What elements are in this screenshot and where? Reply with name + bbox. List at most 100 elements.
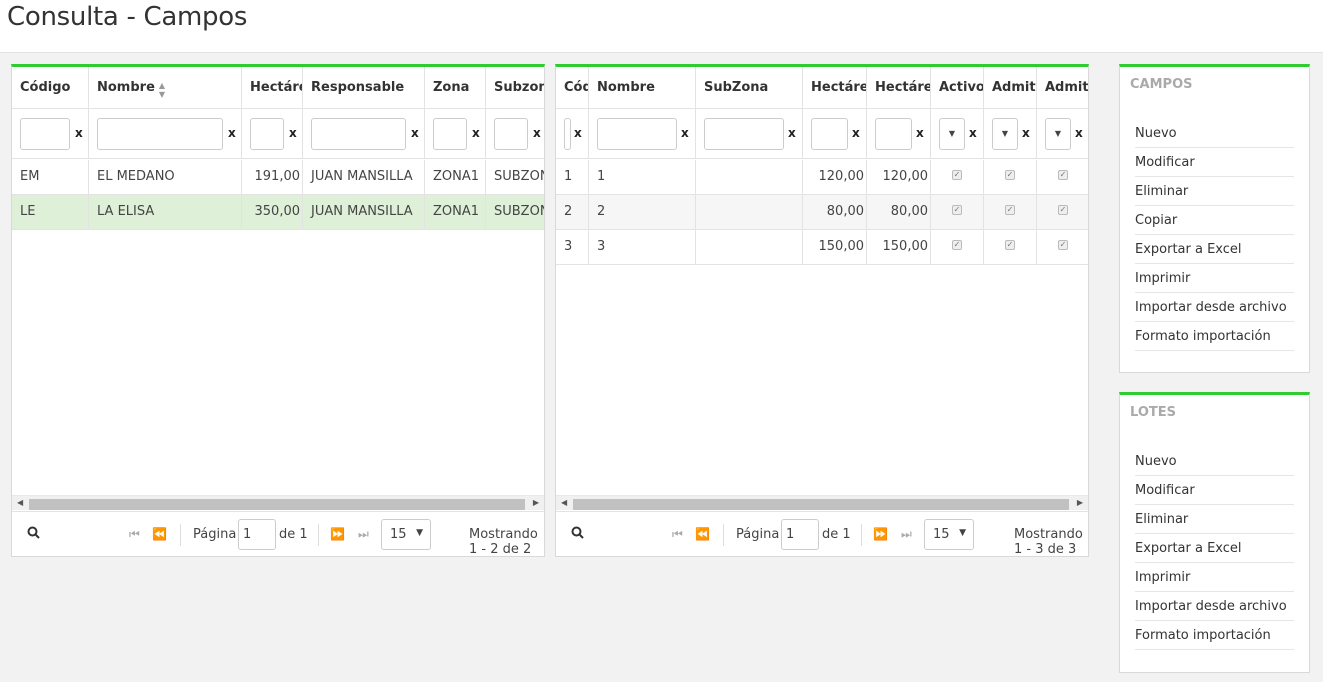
next-page-icon[interactable]: ⏩ xyxy=(873,527,888,541)
filter-input-subzona[interactable] xyxy=(494,118,528,150)
filter-select-activo[interactable]: ▼ xyxy=(939,118,965,150)
col-header-admite-2[interactable]: Admite xyxy=(1037,67,1088,109)
filter-select-admite-2[interactable]: ▼ xyxy=(1045,118,1071,150)
panel-title: LOTES xyxy=(1130,405,1176,420)
menu-item-exportar-excel[interactable]: Exportar a Excel xyxy=(1135,235,1294,264)
col-header-hectareas-2[interactable]: Hectáreas xyxy=(867,67,931,109)
cell-codigo: EM xyxy=(12,160,89,194)
table-row[interactable]: 2 2 80,00 80,00 ✓ ✓ ✓ xyxy=(556,195,1088,230)
filter-clear-button[interactable]: x xyxy=(472,126,480,140)
filter-input-zona[interactable] xyxy=(433,118,467,150)
menu-item-formato-importacion[interactable]: Formato importación xyxy=(1135,621,1294,650)
filter-clear-button[interactable]: x xyxy=(852,126,860,140)
col-header-codigo[interactable]: Código xyxy=(12,67,89,109)
table-row-selected[interactable]: LE LA ELISA 350,00 JUAN MANSILLA ZONA1 S… xyxy=(12,195,544,230)
filter-clear-button[interactable]: x xyxy=(1075,126,1083,140)
table-row[interactable]: EM EL MEDANO 191,00 JUAN MANSILLA ZONA1 … xyxy=(12,160,544,195)
filter-cell: x xyxy=(89,109,242,158)
table-row[interactable]: 3 3 150,00 150,00 ✓ ✓ ✓ xyxy=(556,230,1088,265)
menu-item-imprimir[interactable]: Imprimir xyxy=(1135,264,1294,293)
filter-input-subzona[interactable] xyxy=(704,118,784,150)
scroll-left-arrow-icon[interactable]: ◀ xyxy=(561,498,567,507)
scroll-left-arrow-icon[interactable]: ◀ xyxy=(17,498,23,507)
search-icon[interactable] xyxy=(571,526,584,543)
filter-input-hectareas[interactable] xyxy=(250,118,284,150)
page-size-select[interactable]: 15 ▼ xyxy=(924,519,974,550)
first-page-icon[interactable]: ⏮ xyxy=(129,527,140,542)
filter-clear-button[interactable]: x xyxy=(533,126,541,140)
filter-input-codigo[interactable] xyxy=(20,118,70,150)
filter-clear-button[interactable]: x xyxy=(681,126,689,140)
cell-subzona: SUBZONA1 xyxy=(486,160,544,194)
page-number-input[interactable]: 1 xyxy=(781,519,819,550)
filter-cell: ▼ x xyxy=(1037,109,1088,158)
filter-input-nombre[interactable] xyxy=(597,118,677,150)
menu-item-eliminar[interactable]: Eliminar xyxy=(1135,505,1294,534)
menu-item-formato-importacion[interactable]: Formato importación xyxy=(1135,322,1294,351)
filter-input-responsable[interactable] xyxy=(311,118,406,150)
table-row[interactable]: 1 1 120,00 120,00 ✓ ✓ ✓ xyxy=(556,160,1088,195)
scroll-right-arrow-icon[interactable]: ▶ xyxy=(533,498,539,507)
prev-page-icon[interactable]: ⏪ xyxy=(152,527,167,541)
filter-clear-button[interactable]: x xyxy=(289,126,297,140)
menu-item-imprimir[interactable]: Imprimir xyxy=(1135,563,1294,592)
menu-item-copiar[interactable]: Copiar xyxy=(1135,206,1294,235)
horizontal-scrollbar[interactable]: ◀ ▶ xyxy=(556,495,1088,510)
filter-clear-button[interactable]: x xyxy=(228,126,236,140)
filter-clear-button[interactable]: x xyxy=(788,126,796,140)
menu-item-importar-archivo[interactable]: Importar desde archivo xyxy=(1135,592,1294,621)
menu-item-nuevo[interactable]: Nuevo xyxy=(1135,119,1294,148)
col-header-hectareas[interactable]: Hectáreas xyxy=(242,67,303,109)
menu-item-nuevo[interactable]: Nuevo xyxy=(1135,447,1294,476)
horizontal-scrollbar[interactable]: ◀ ▶ xyxy=(12,495,544,510)
next-page-icon[interactable]: ⏩ xyxy=(330,527,345,541)
col-header-label: Código xyxy=(20,80,71,95)
menu-item-modificar[interactable]: Modificar xyxy=(1135,148,1294,177)
menu-item-modificar[interactable]: Modificar xyxy=(1135,476,1294,505)
top-bar: Consulta - Campos xyxy=(0,0,1323,53)
page-count-label: de 1 xyxy=(279,527,308,542)
col-header-hectareas[interactable]: Hectáreas xyxy=(803,67,867,109)
filter-clear-button[interactable]: x xyxy=(574,126,582,140)
menu-item-eliminar[interactable]: Eliminar xyxy=(1135,177,1294,206)
col-header-responsable[interactable]: Responsable xyxy=(303,67,425,109)
scrollbar-thumb[interactable] xyxy=(29,499,525,510)
first-page-icon[interactable]: ⏮ xyxy=(672,527,683,542)
last-page-icon[interactable]: ⏭ xyxy=(901,527,912,542)
cell-nombre: EL MEDANO xyxy=(89,160,242,194)
col-header-nombre[interactable]: Nombre ▲ ▼ xyxy=(89,67,242,109)
filter-clear-button[interactable]: x xyxy=(411,126,419,140)
showing-label: Mostrando 1 - 2 de 2 xyxy=(469,527,538,557)
filter-clear-button[interactable]: x xyxy=(969,126,977,140)
col-header-activo[interactable]: Activo xyxy=(931,67,984,109)
cell-codigo: 2 xyxy=(556,195,589,229)
scrollbar-thumb[interactable] xyxy=(573,499,1069,510)
col-header-nombre[interactable]: Nombre xyxy=(589,67,696,109)
filter-input-nombre[interactable] xyxy=(97,118,223,150)
col-header-subzona[interactable]: Subzona xyxy=(486,67,544,109)
col-header-codigo[interactable]: Código xyxy=(556,67,589,109)
filter-input-hectareas-2[interactable] xyxy=(875,118,912,150)
filter-clear-button[interactable]: x xyxy=(75,126,83,140)
chevron-down-icon: ▼ xyxy=(416,528,423,538)
filter-clear-button[interactable]: x xyxy=(916,126,924,140)
page-size-value: 15 xyxy=(390,527,407,542)
page-size-select[interactable]: 15 ▼ xyxy=(381,519,431,550)
checkbox-checked-icon: ✓ xyxy=(1058,240,1068,250)
filter-select-admite[interactable]: ▼ xyxy=(992,118,1018,150)
col-header-zona[interactable]: Zona xyxy=(425,67,486,109)
menu-item-exportar-excel[interactable]: Exportar a Excel xyxy=(1135,534,1294,563)
col-header-subzona[interactable]: SubZona xyxy=(696,67,803,109)
menu-item-importar-archivo[interactable]: Importar desde archivo xyxy=(1135,293,1294,322)
filter-input-hectareas[interactable] xyxy=(811,118,848,150)
scroll-right-arrow-icon[interactable]: ▶ xyxy=(1077,498,1083,507)
col-header-admite[interactable]: Admite xyxy=(984,67,1037,109)
prev-page-icon[interactable]: ⏪ xyxy=(695,527,710,541)
cell-subzona xyxy=(696,230,803,264)
filter-input-codigo[interactable] xyxy=(564,118,571,150)
sort-icon[interactable]: ▲ ▼ xyxy=(159,81,165,99)
filter-clear-button[interactable]: x xyxy=(1022,126,1030,140)
search-icon[interactable] xyxy=(27,526,40,543)
last-page-icon[interactable]: ⏭ xyxy=(358,527,369,542)
page-number-input[interactable]: 1 xyxy=(238,519,276,550)
